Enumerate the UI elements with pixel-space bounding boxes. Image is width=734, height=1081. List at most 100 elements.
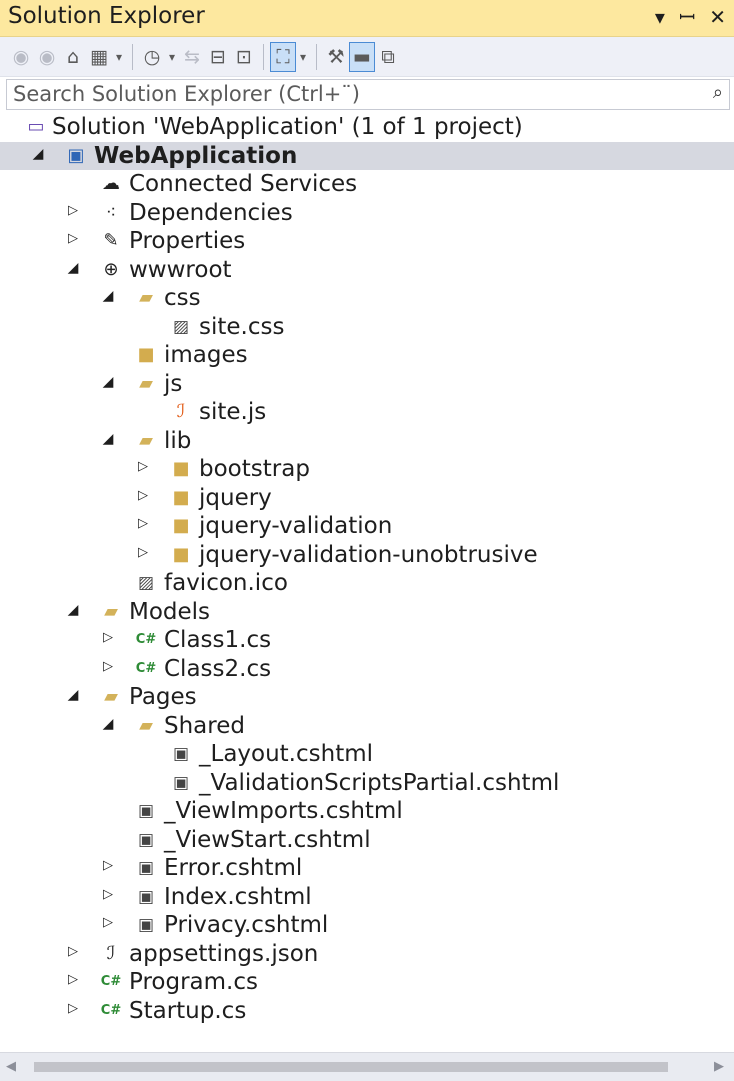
collapse-arrow-icon[interactable]: ◢ <box>65 260 81 276</box>
tree-item-label: Class1.cs <box>164 627 272 653</box>
tree-item[interactable]: ▷ C# Program.cs <box>0 968 734 997</box>
web-project-icon: ▣ <box>67 144 85 166</box>
expand-arrow-icon[interactable]: ▷ <box>65 944 81 959</box>
expand-arrow-icon[interactable]: ▷ <box>135 545 151 560</box>
tree-item[interactable]: ◢ ▣ WebApplication <box>0 141 734 170</box>
tree-item-label: WebApplication <box>94 142 298 169</box>
forward-icon[interactable]: ◉ <box>34 42 60 72</box>
window-position-dropdown-icon[interactable]: ▾ <box>655 5 665 29</box>
collapse-arrow-icon[interactable]: ◢ <box>100 374 116 390</box>
switch-views-dropdown[interactable]: ▾ <box>112 42 126 72</box>
expand-arrow-icon[interactable]: ▷ <box>65 972 81 987</box>
tree-item[interactable]: ▭ Solution 'WebApplication' (1 of 1 proje… <box>0 113 734 142</box>
collapse-arrow-icon[interactable]: ◢ <box>30 146 46 162</box>
razor-file-icon: ▣ <box>137 915 155 935</box>
tree-item[interactable]: ▷ C# Class1.cs <box>0 626 734 655</box>
tree-item[interactable]: ▷ C# Startup.cs <box>0 997 734 1026</box>
horizontal-scrollbar[interactable]: ◀ ▶ <box>0 1052 734 1081</box>
pending-changes-icon[interactable]: ◷ <box>139 42 165 72</box>
tree-item[interactable]: ◢ ▰ css <box>0 284 734 313</box>
tree-item-label: css <box>164 285 201 311</box>
collapse-arrow-icon[interactable]: ◢ <box>100 288 116 304</box>
filter-icon[interactable]: ⛶ <box>270 41 296 72</box>
filter-dropdown[interactable]: ▾ <box>296 42 310 72</box>
scroll-right-icon[interactable]: ▶ <box>714 1059 724 1074</box>
tree-item[interactable]: ◢ ▰ lib <box>0 427 734 456</box>
tree-item[interactable]: ▣ _ValidationScriptsPartial.cshtml <box>0 769 734 798</box>
tree-item[interactable]: ▷ ■ jquery-validation <box>0 512 734 541</box>
tree-item-label: Program.cs <box>129 969 258 995</box>
expand-arrow-icon[interactable]: ▷ <box>100 659 116 674</box>
collapse-arrow-icon[interactable]: ◢ <box>65 687 81 703</box>
scroll-left-icon[interactable]: ◀ <box>6 1059 16 1074</box>
razor-file-icon: ▣ <box>137 829 155 850</box>
home-icon[interactable]: ⌂ <box>60 42 86 72</box>
pin-icon[interactable]: ꟷ <box>679 3 695 30</box>
razor-file-icon: ▣ <box>172 744 190 764</box>
expand-arrow-icon[interactable]: ▷ <box>100 630 116 645</box>
sync-icon[interactable]: ⇆ <box>179 42 205 72</box>
close-icon[interactable]: ✕ <box>709 5 726 29</box>
tree-item[interactable]: ▣ _ViewImports.cshtml <box>0 797 734 826</box>
collapse-arrow-icon[interactable]: ◢ <box>65 602 81 618</box>
collapse-all-icon[interactable]: ⊟ <box>205 42 231 72</box>
tree-item[interactable]: ◢ ▰ Pages <box>0 683 734 712</box>
expand-arrow-icon[interactable]: ▷ <box>65 231 81 246</box>
back-icon[interactable]: ◉ <box>8 42 34 72</box>
search-input[interactable]: Search Solution Explorer (Ctrl+¨) ⌕ <box>6 79 730 110</box>
tree-item-label: Shared <box>164 712 245 739</box>
collapse-arrow-icon[interactable]: ◢ <box>100 431 116 447</box>
expand-arrow-icon[interactable]: ▷ <box>135 488 151 503</box>
tree-item[interactable]: ◢ ⊕ wwwroot <box>0 256 734 285</box>
search-icon[interactable]: ⌕ <box>713 82 723 103</box>
class-diagram-icon[interactable]: ⧉ <box>375 42 401 72</box>
tree-item[interactable]: ■ images <box>0 341 734 370</box>
expand-arrow-icon[interactable]: ▷ <box>135 516 151 531</box>
tree-item-label: jquery-validation <box>199 513 393 539</box>
switch-views-icon[interactable]: ▦ <box>86 42 112 72</box>
pending-changes-dropdown[interactable]: ▾ <box>165 42 179 72</box>
tree-item[interactable]: ▷ ✎ Properties <box>0 227 734 256</box>
expand-arrow-icon[interactable]: ▷ <box>100 915 116 930</box>
properties-wrench-icon[interactable]: ⚒ <box>323 42 349 72</box>
tree-item[interactable]: ▷ ■ jquery <box>0 484 734 513</box>
folder-icon: ■ <box>137 344 155 365</box>
tree-item[interactable]: ▷ ▣ Privacy.cshtml <box>0 911 734 940</box>
expand-arrow-icon[interactable]: ▷ <box>135 459 151 474</box>
show-all-files-icon[interactable]: ⊡ <box>231 42 257 72</box>
tree-item[interactable]: ▷ ▣ Error.cshtml <box>0 854 734 883</box>
tree-item[interactable]: ▷ C# Class2.cs <box>0 655 734 684</box>
tree-item[interactable]: ▷ ▣ Index.cshtml <box>0 883 734 912</box>
tree-item-label: Solution 'WebApplication' (1 of 1 projec… <box>52 114 523 140</box>
tree-item[interactable]: ▣ _ViewStart.cshtml <box>0 826 734 855</box>
preview-selected-icon[interactable]: ▬ <box>349 41 375 72</box>
tree-item[interactable]: ▷ ■ bootstrap <box>0 455 734 484</box>
expand-arrow-icon[interactable]: ▷ <box>65 203 81 218</box>
tree-item-label: _Layout.cshtml <box>199 741 374 767</box>
tree-item[interactable]: ▷ ℐappsettings.json <box>0 940 734 969</box>
scrollbar-thumb[interactable] <box>34 1062 668 1072</box>
tree-item[interactable]: ▨ favicon.ico <box>0 569 734 598</box>
collapse-arrow-icon[interactable]: ◢ <box>100 716 116 732</box>
tree-item[interactable]: ▷ ⁖ Dependencies <box>0 199 734 228</box>
tree-item[interactable]: ▷ ■ jquery-validation-unobtrusive <box>0 541 734 570</box>
globe-icon: ⊕ <box>103 258 119 280</box>
solution-explorer-panel: Solution Explorer ▾ ꟷ ✕ ◉ ◉ ⌂ ▦ ▾ ◷ ▾ ⇆ ⊟ ⊡ ⛶ ▾ ⚒ ▬ ⧉ … <box>0 0 734 1081</box>
tree-item[interactable]: ◢ ▰ Shared <box>0 712 734 741</box>
open-folder-icon: ▰ <box>139 429 153 451</box>
tree-item-label: Models <box>129 598 211 625</box>
tree-item[interactable]: ▣ _Layout.cshtml <box>0 740 734 769</box>
tree-item-label: _ViewStart.cshtml <box>164 826 371 853</box>
expand-arrow-icon[interactable]: ▷ <box>100 887 116 902</box>
tree-item[interactable]: ☁ Connected Services <box>0 170 734 199</box>
tree-item[interactable]: ◢ ▰ js <box>0 370 734 399</box>
folder-icon: ■ <box>172 515 190 536</box>
tree-item[interactable]: ℐsite.js <box>0 398 734 427</box>
search-placeholder: Search Solution Explorer (Ctrl+¨) <box>13 82 361 106</box>
tree-item-label: bootstrap <box>199 456 310 482</box>
expand-arrow-icon[interactable]: ▷ <box>65 1001 81 1016</box>
tree-item[interactable]: ▨ site.css <box>0 313 734 342</box>
open-folder-icon: ▰ <box>139 714 153 736</box>
expand-arrow-icon[interactable]: ▷ <box>100 858 116 873</box>
tree-item[interactable]: ◢ ▰ Models <box>0 598 734 627</box>
